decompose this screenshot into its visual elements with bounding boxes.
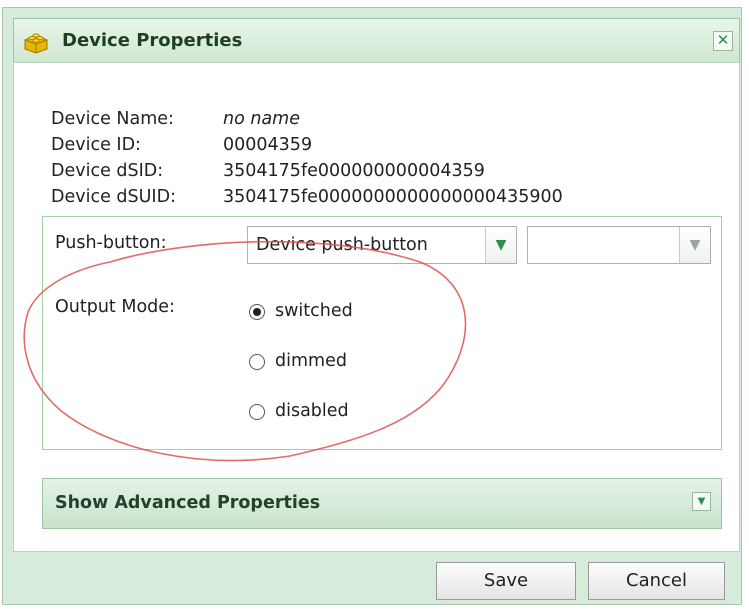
cancel-button[interactable]: Cancel bbox=[588, 562, 725, 600]
push-button-select-value: Device push-button bbox=[256, 235, 428, 255]
radio-disabled-label[interactable]: disabled bbox=[275, 401, 349, 421]
dialog-content: Device Name: no name Device ID: 00004359 D… bbox=[13, 62, 740, 552]
push-button-select[interactable]: Device push-button ▼ bbox=[247, 226, 517, 264]
device-dsuid-label: Device dSUID: bbox=[51, 187, 176, 207]
dialog-body: Device Properties ✕ Device Name: no name … bbox=[13, 18, 740, 600]
radio-switched[interactable] bbox=[249, 304, 265, 320]
output-mode-label: Output Mode: bbox=[55, 297, 175, 317]
chevron-down-icon: ▼ bbox=[485, 227, 516, 263]
device-name-label: Device Name: bbox=[51, 109, 174, 129]
device-dsid-row: Device dSID: 3504175fe000000000004359 bbox=[51, 158, 563, 184]
device-dsuid-value: 3504175fe0000000000000000435900 bbox=[223, 187, 563, 207]
lego-brick-icon bbox=[24, 33, 48, 54]
chevron-down-icon: ▼ bbox=[679, 227, 710, 263]
device-info: Device Name: no name Device ID: 00004359 D… bbox=[51, 106, 563, 210]
advanced-properties-label: Show Advanced Properties bbox=[55, 493, 321, 513]
close-button[interactable]: ✕ bbox=[713, 31, 733, 51]
device-name-value: no name bbox=[223, 109, 300, 129]
settings-fieldset: Push-button: Device push-button ▼ ▼ Outp… bbox=[42, 216, 722, 450]
dialog-title: Device Properties bbox=[62, 30, 243, 51]
radio-switched-label[interactable]: switched bbox=[275, 301, 353, 321]
push-button-label: Push-button: bbox=[55, 233, 167, 253]
close-icon: ✕ bbox=[716, 31, 730, 49]
dialog-titlebar[interactable]: Device Properties ✕ bbox=[13, 18, 740, 63]
save-button[interactable]: Save bbox=[436, 562, 576, 600]
radio-dimmed-label[interactable]: dimmed bbox=[275, 351, 347, 371]
device-id-row: Device ID: 00004359 bbox=[51, 132, 563, 158]
device-dsid-value: 3504175fe000000000004359 bbox=[223, 161, 485, 181]
advanced-properties-toggle[interactable]: Show Advanced Properties ▼ bbox=[42, 478, 722, 529]
push-button-secondary-select[interactable]: ▼ bbox=[527, 226, 711, 264]
device-name-row: Device Name: no name bbox=[51, 106, 563, 132]
device-properties-dialog: Device Properties ✕ Device Name: no name … bbox=[2, 7, 742, 605]
radio-disabled[interactable] bbox=[249, 404, 265, 420]
device-dsid-label: Device dSID: bbox=[51, 161, 164, 181]
device-id-label: Device ID: bbox=[51, 135, 141, 155]
expand-icon[interactable]: ▼ bbox=[692, 492, 711, 511]
device-id-value: 00004359 bbox=[223, 135, 313, 155]
device-dsuid-row: Device dSUID: 3504175fe000000000000000043… bbox=[51, 184, 563, 210]
radio-dimmed[interactable] bbox=[249, 354, 265, 370]
